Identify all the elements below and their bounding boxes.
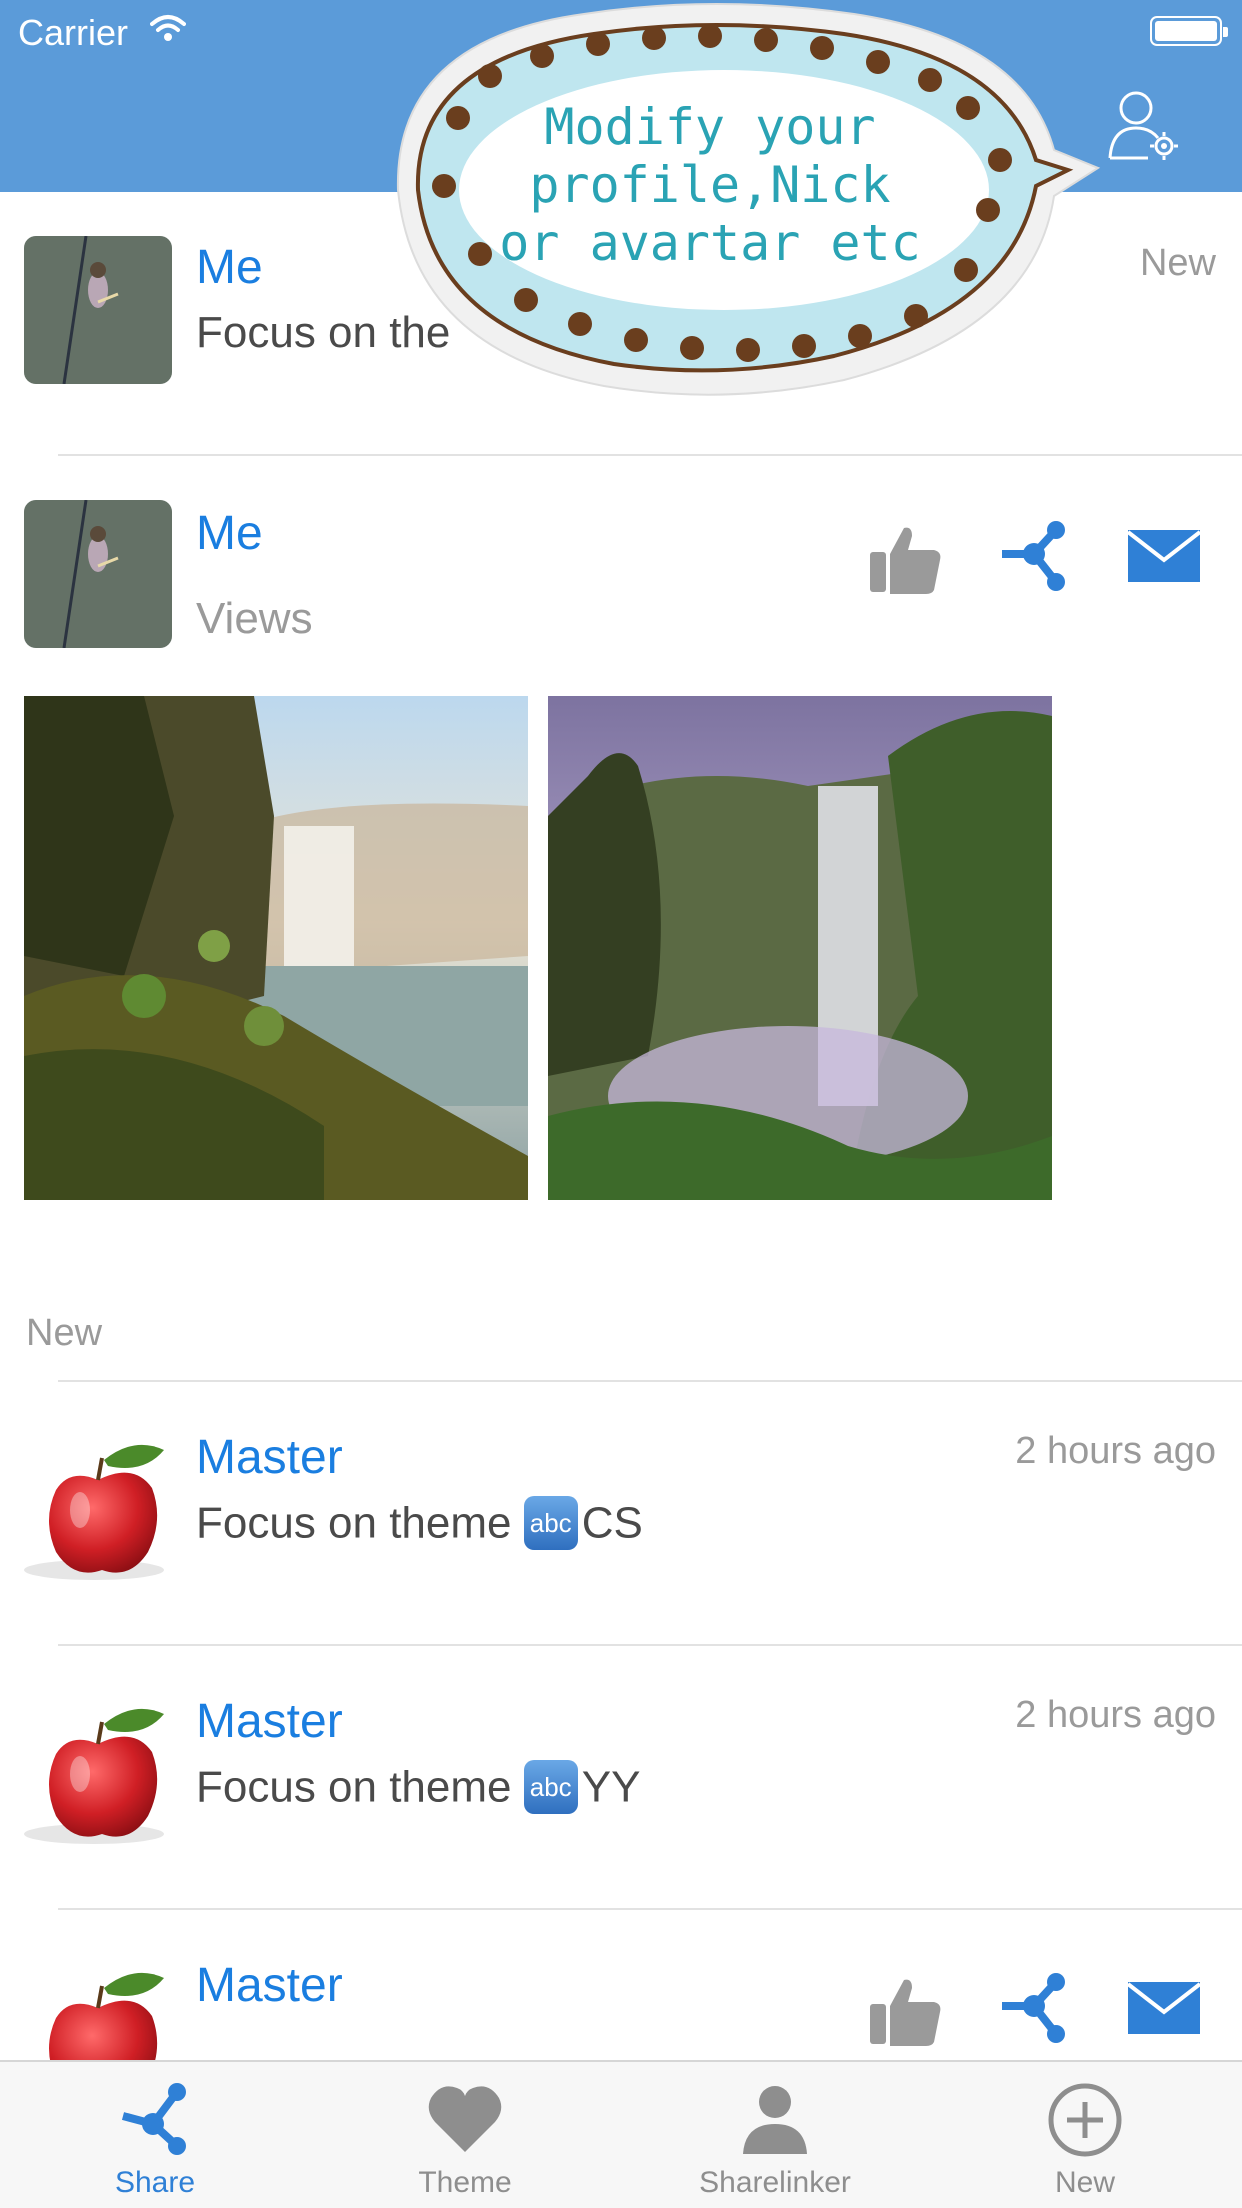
profile-settings-icon[interactable]: [1104, 84, 1184, 164]
tab-share[interactable]: Share: [0, 2062, 310, 2208]
tab-label: Sharelinker: [699, 2166, 851, 2199]
post-text-suffix: CS: [581, 1498, 643, 1548]
post-text: Views: [196, 594, 313, 643]
avatar[interactable]: [24, 500, 172, 648]
section-header: New: [26, 1312, 103, 1354]
carrier-label: Carrier: [18, 12, 129, 53]
screen: Carrier Me Focus on the New Me Views New…: [0, 0, 1242, 2208]
wifi-icon: [150, 15, 186, 41]
share-icon: [121, 2083, 186, 2155]
new-badge: New: [1139, 242, 1216, 284]
tab-label: New: [1054, 2166, 1115, 2199]
post-text-suffix: YY: [581, 1762, 641, 1812]
apple-avatar[interactable]: [24, 1440, 172, 1588]
share-icon[interactable]: [994, 1968, 1074, 2048]
mail-icon[interactable]: [1124, 1968, 1204, 2048]
post-author[interactable]: Master: [196, 1958, 343, 2013]
abc-badge-icon: abc: [523, 1760, 578, 1814]
tab-sharelinker[interactable]: Sharelinker: [620, 2062, 930, 2208]
post-author[interactable]: Me: [196, 506, 263, 561]
timestamp: 2 hours ago: [1015, 1430, 1216, 1472]
divider: [58, 1644, 1242, 1646]
plus-circle-icon: [1048, 2083, 1122, 2157]
person-icon: [743, 2086, 807, 2154]
photo-waterfall-2[interactable]: [548, 696, 1052, 1200]
post-text-prefix: Focus on theme: [196, 1498, 512, 1548]
post-author[interactable]: Master: [196, 1694, 343, 1749]
post-text: Focus on theme abc YY: [196, 1760, 640, 1820]
photo-waterfall-1[interactable]: [24, 696, 528, 1200]
post-author[interactable]: Me: [196, 240, 263, 295]
mail-icon[interactable]: [1124, 516, 1204, 596]
tooltip-line: Modify your: [544, 98, 876, 156]
post-text: Focus on theme abc CS: [196, 1496, 643, 1556]
divider: [58, 1908, 1242, 1910]
post-text-prefix: Focus on theme: [196, 1762, 512, 1812]
divider: [58, 1380, 1242, 1382]
tab-label: Theme: [418, 2166, 512, 2199]
post-author[interactable]: Master: [196, 1430, 343, 1485]
thumbs-up-icon[interactable]: [866, 520, 946, 600]
tab-bar: Share Theme Sharelinker New: [0, 2060, 1242, 2208]
apple-avatar[interactable]: [24, 1704, 172, 1852]
tab-new[interactable]: New: [930, 2062, 1240, 2208]
divider: [58, 454, 1242, 456]
tooltip-line: profile,Nick: [529, 156, 891, 214]
battery-icon: [1150, 16, 1228, 46]
avatar[interactable]: [24, 236, 172, 384]
timestamp: 2 hours ago: [1015, 1694, 1216, 1736]
thumbs-up-icon[interactable]: [866, 1972, 946, 2052]
heart-icon: [428, 2086, 502, 2152]
tab-label: Share: [114, 2166, 196, 2199]
tab-theme[interactable]: Theme: [310, 2062, 620, 2208]
share-icon[interactable]: [994, 516, 1074, 596]
tooltip-line: or avartar etc: [499, 214, 921, 272]
abc-badge-icon: abc: [523, 1496, 578, 1550]
tooltip-text: Modify your profile,Nick or avartar etc: [430, 98, 990, 272]
